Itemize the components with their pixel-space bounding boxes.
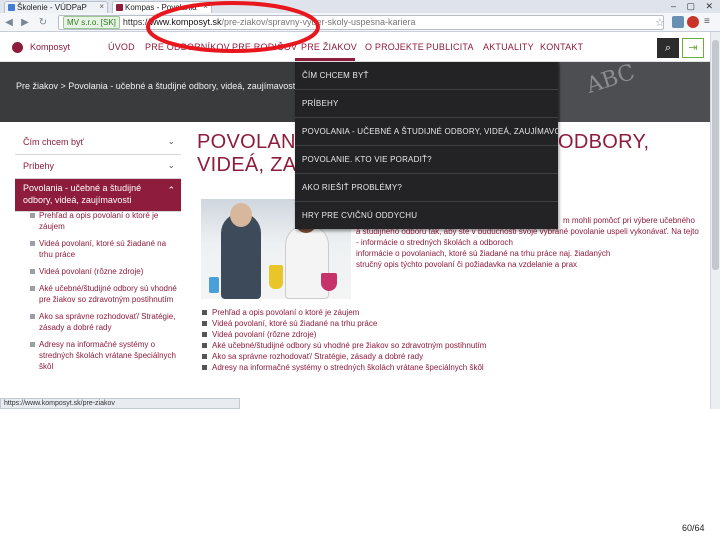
url-path: /pre-ziakov/spravny-vyber-skoly-uspesna-… [221,17,416,27]
flask-icon [209,277,219,293]
browser-tab-bar: Školenie - VÚDPaP × Kompas - Povolania ×… [0,0,720,13]
ssl-badge: MV s.r.o. [SK] [63,16,120,29]
close-icon[interactable]: × [99,2,104,11]
sidebar-item-label: Povolania - učebné a študijné odbory, vi… [23,183,142,205]
sidebar-item-label: Čím chcem byť [23,137,84,147]
search-icon[interactable]: ⌕ [657,38,679,58]
page-title-line2: VIDEÁ, ZA [197,154,297,176]
sidebar-sub-list: Prehľad a opis povolaní o ktoré je záuje… [30,210,182,378]
browser-tab-komposyt[interactable]: Kompas - Povolania × [112,1,212,13]
sidebar-sub-item[interactable]: Prehľad a opis povolaní o ktoré je záuje… [30,210,182,232]
chevron-down-icon: ⌄ [167,136,175,146]
window-controls[interactable]: – ▢ ✕ [671,1,717,12]
tab-favicon-icon [116,4,123,11]
page-scrollbar[interactable] [710,32,720,409]
url-host: www.komposyt.sk [149,17,222,27]
dropdown-item-hry[interactable]: HRY PRE CVIČNÚ ODDYCHU [295,202,558,230]
sidebar-sub-item[interactable]: Adresy na informačné systémy o stredných… [30,339,182,372]
intro-text-line: informácie o povolaniach, ktoré sú žiada… [356,249,611,258]
nav-pre-rodicov[interactable]: PRE RODIČOV [232,42,297,52]
nav-kontakt[interactable]: KONTAKT [540,42,583,52]
nav-pre-odbornikov[interactable]: PRE ODBORNÍKOV [145,42,230,52]
sidebar-sub-item[interactable]: Videá povolaní (rôzne zdroje) [30,266,182,277]
login-icon[interactable]: ⇥ [682,38,704,58]
sidebar-item-label: Príbehy [23,161,55,171]
content-link[interactable]: Ako sa správne rozhodovať/ Stratégie, zá… [201,351,531,362]
photo-student-head [230,203,252,227]
back-icon[interactable]: ◀ [2,16,16,29]
chevron-up-icon: ⌃ [167,185,175,195]
extension-icon[interactable] [687,16,699,28]
page-title-right: ODBORY, [558,131,650,153]
browser-tab-skolenie[interactable]: Školenie - VÚDPaP × [4,1,108,13]
close-icon[interactable]: × [203,2,208,11]
sidebar-sub-item[interactable]: Ako sa správne rozhodovať/ Stratégie, zá… [30,311,182,333]
site-header: Komposyt ÚVOD PRE ODBORNÍKOV PRE RODIČOV… [0,32,710,62]
tab-label: Kompas - Povolania [125,3,197,12]
dropdown-item-cim-chcem-byt[interactable]: ČÍM CHCEM BYŤ [295,62,558,90]
scrollbar-thumb[interactable] [712,40,719,270]
sidebar-sub-item[interactable]: Aké učebné/študijné odbory sú vhodné pre… [30,283,182,305]
komposyt-logo-icon[interactable] [12,42,23,53]
tab-favicon-icon [8,4,15,11]
sidebar-item-cim-chcem-byt[interactable]: Čím chcem byť ⌄ [15,131,181,155]
intro-text-line: - informácie o stredných školách a odbor… [356,238,513,247]
intro-text-line: m mohli pomôcť pri výbere učebného [563,216,695,225]
reload-icon[interactable]: ↻ [36,16,50,29]
active-nav-indicator [295,58,355,61]
content-link[interactable]: Prehľad a opis povolaní o ktoré je záuje… [201,307,531,318]
site-logo-text[interactable]: Komposyt [30,42,70,52]
content-link[interactable]: Adresy na informačné systémy o stredných… [201,362,531,373]
nav-uvod[interactable]: ÚVOD [108,42,135,52]
sidebar-item-pribehy[interactable]: Príbehy ⌄ [15,155,181,179]
extension-icon[interactable] [672,16,684,28]
dropdown-item-kto-vie-poradit[interactable]: POVOLANIE. KTO VIE PORADIŤ? [295,146,558,174]
hero-decoration [560,62,710,122]
content-link[interactable]: Videá povolaní, ktoré sú žiadané na trhu… [201,318,531,329]
address-bar[interactable]: MV s.r.o. [SK] https://www.komposyt.sk/pr… [58,15,664,30]
nav-pre-ziakov[interactable]: PRE ŽIAKOV [301,42,357,52]
chevron-down-icon: ⌄ [167,160,175,170]
forward-icon[interactable]: ▶ [18,16,32,29]
dropdown-item-pribehy[interactable]: PRÍBEHY [295,90,558,118]
flask-icon [321,273,337,291]
sidebar-sub-item[interactable]: Videá povolaní, ktoré sú žiadané na trhu… [30,238,182,260]
page-title-line1: POVOLAN [197,131,296,153]
content-link[interactable]: Videá povolaní (rôzne zdroje) [201,329,531,340]
url-scheme: https:// [122,17,150,27]
menu-icon[interactable]: ≡ [704,16,716,28]
content-link-list: Prehľad a opis povolaní o ktoré je záuje… [201,307,531,373]
browser-toolbar: ◀ ▶ ↻ MV s.r.o. [SK] https://www.komposyt… [0,13,720,32]
tab-label: Školenie - VÚDPaP [17,3,87,12]
screenshot-viewport: Školenie - VÚDPaP × Kompas - Povolania ×… [0,0,720,540]
nav-publicita[interactable]: PUBLICITA [426,42,474,52]
dropdown-item-povolania[interactable]: POVOLANIA - UČEBNÉ A ŠTUDIJNÉ ODBORY, VI… [295,118,558,146]
browser-status-bar: https://www.komposyt.sk/pre-ziakov [0,398,240,409]
nav-aktuality[interactable]: AKTUALITY [483,42,534,52]
slide-page-number: 60/64 [682,523,705,533]
intro-text-line: stručný opis týchto povolaní či požiadav… [356,260,578,269]
nav-o-projekte[interactable]: O PROJEKTE [365,42,424,52]
pre-ziakov-dropdown-menu: ČÍM CHCEM BYŤ PRÍBEHY POVOLANIA - UČEBNÉ… [295,62,558,229]
content-link[interactable]: Aké učebné/študijné odbory sú vhodné pre… [201,340,531,351]
breadcrumb[interactable]: Pre žiakov > Povolania - učebné a študij… [16,81,297,91]
page-title: POVOLAN VIDEÁ, ZA [197,131,296,177]
dropdown-item-problemy[interactable]: AKO RIEŠIŤ PROBLÉMY? [295,174,558,202]
flask-icon [269,265,283,289]
bookmark-star-icon[interactable]: ☆ [655,16,665,29]
sidebar-item-povolania[interactable]: Povolania - učebné a študijné odbory, vi… [15,179,181,212]
